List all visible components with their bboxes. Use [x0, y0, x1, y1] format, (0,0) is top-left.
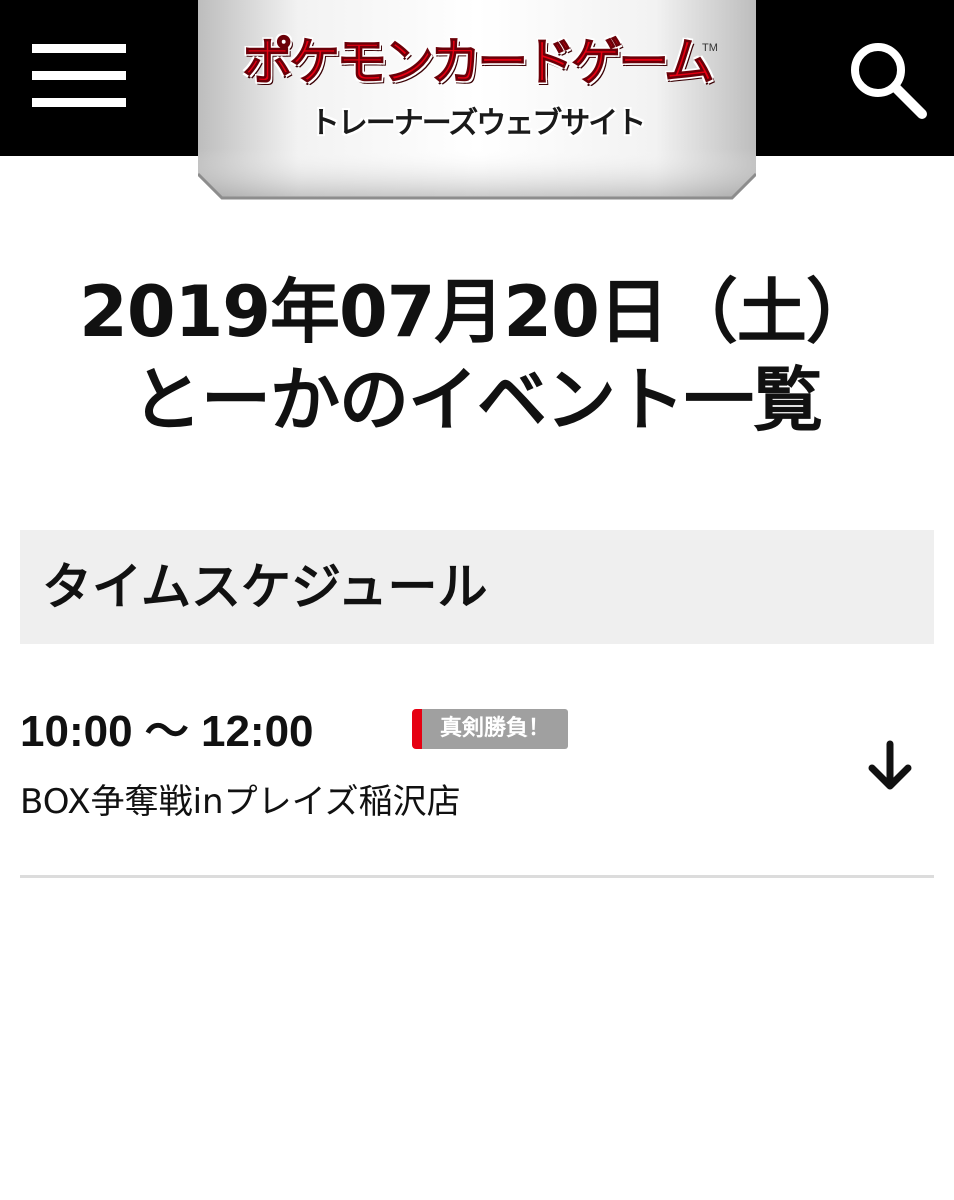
event-name: BOX争奪戦inプレイズ稲沢店 [20, 782, 461, 822]
hamburger-menu-icon-bar [32, 71, 126, 80]
logo-plate-background [198, 0, 756, 200]
section-title: タイムスケジュール [42, 558, 488, 616]
logo-trademark: TM [702, 42, 718, 54]
arrow-down-icon[interactable] [862, 738, 918, 794]
time-schedule-header: タイムスケジュール [20, 530, 934, 644]
page-title: 2019年07月20日（土） とーかのイベント一覧 [20, 268, 934, 444]
event-time: 10:00 〜 12:00 [20, 707, 314, 756]
page-title-text: とーかのイベント一覧 [132, 359, 823, 441]
hamburger-menu-button[interactable] [28, 40, 128, 112]
event-list-item[interactable]: 10:00 〜 12:00 真剣勝負！ BOX争奪戦inプレイズ稲沢店 [20, 690, 934, 878]
hamburger-menu-icon-bar [32, 98, 126, 107]
event-category-badge: 真剣勝負！ [412, 709, 569, 749]
search-icon [851, 43, 927, 119]
page-title-date: 2019年07月20日（土） [79, 271, 876, 353]
search-button[interactable] [846, 38, 930, 122]
logo-subtitle: トレーナーズウェブサイト [309, 106, 647, 141]
hamburger-menu-icon [32, 44, 126, 53]
logo-title: ポケモンカードゲーム [242, 33, 715, 92]
site-logo[interactable]: ポケモンカードゲーム TM トレーナーズウェブサイト [198, 0, 756, 200]
